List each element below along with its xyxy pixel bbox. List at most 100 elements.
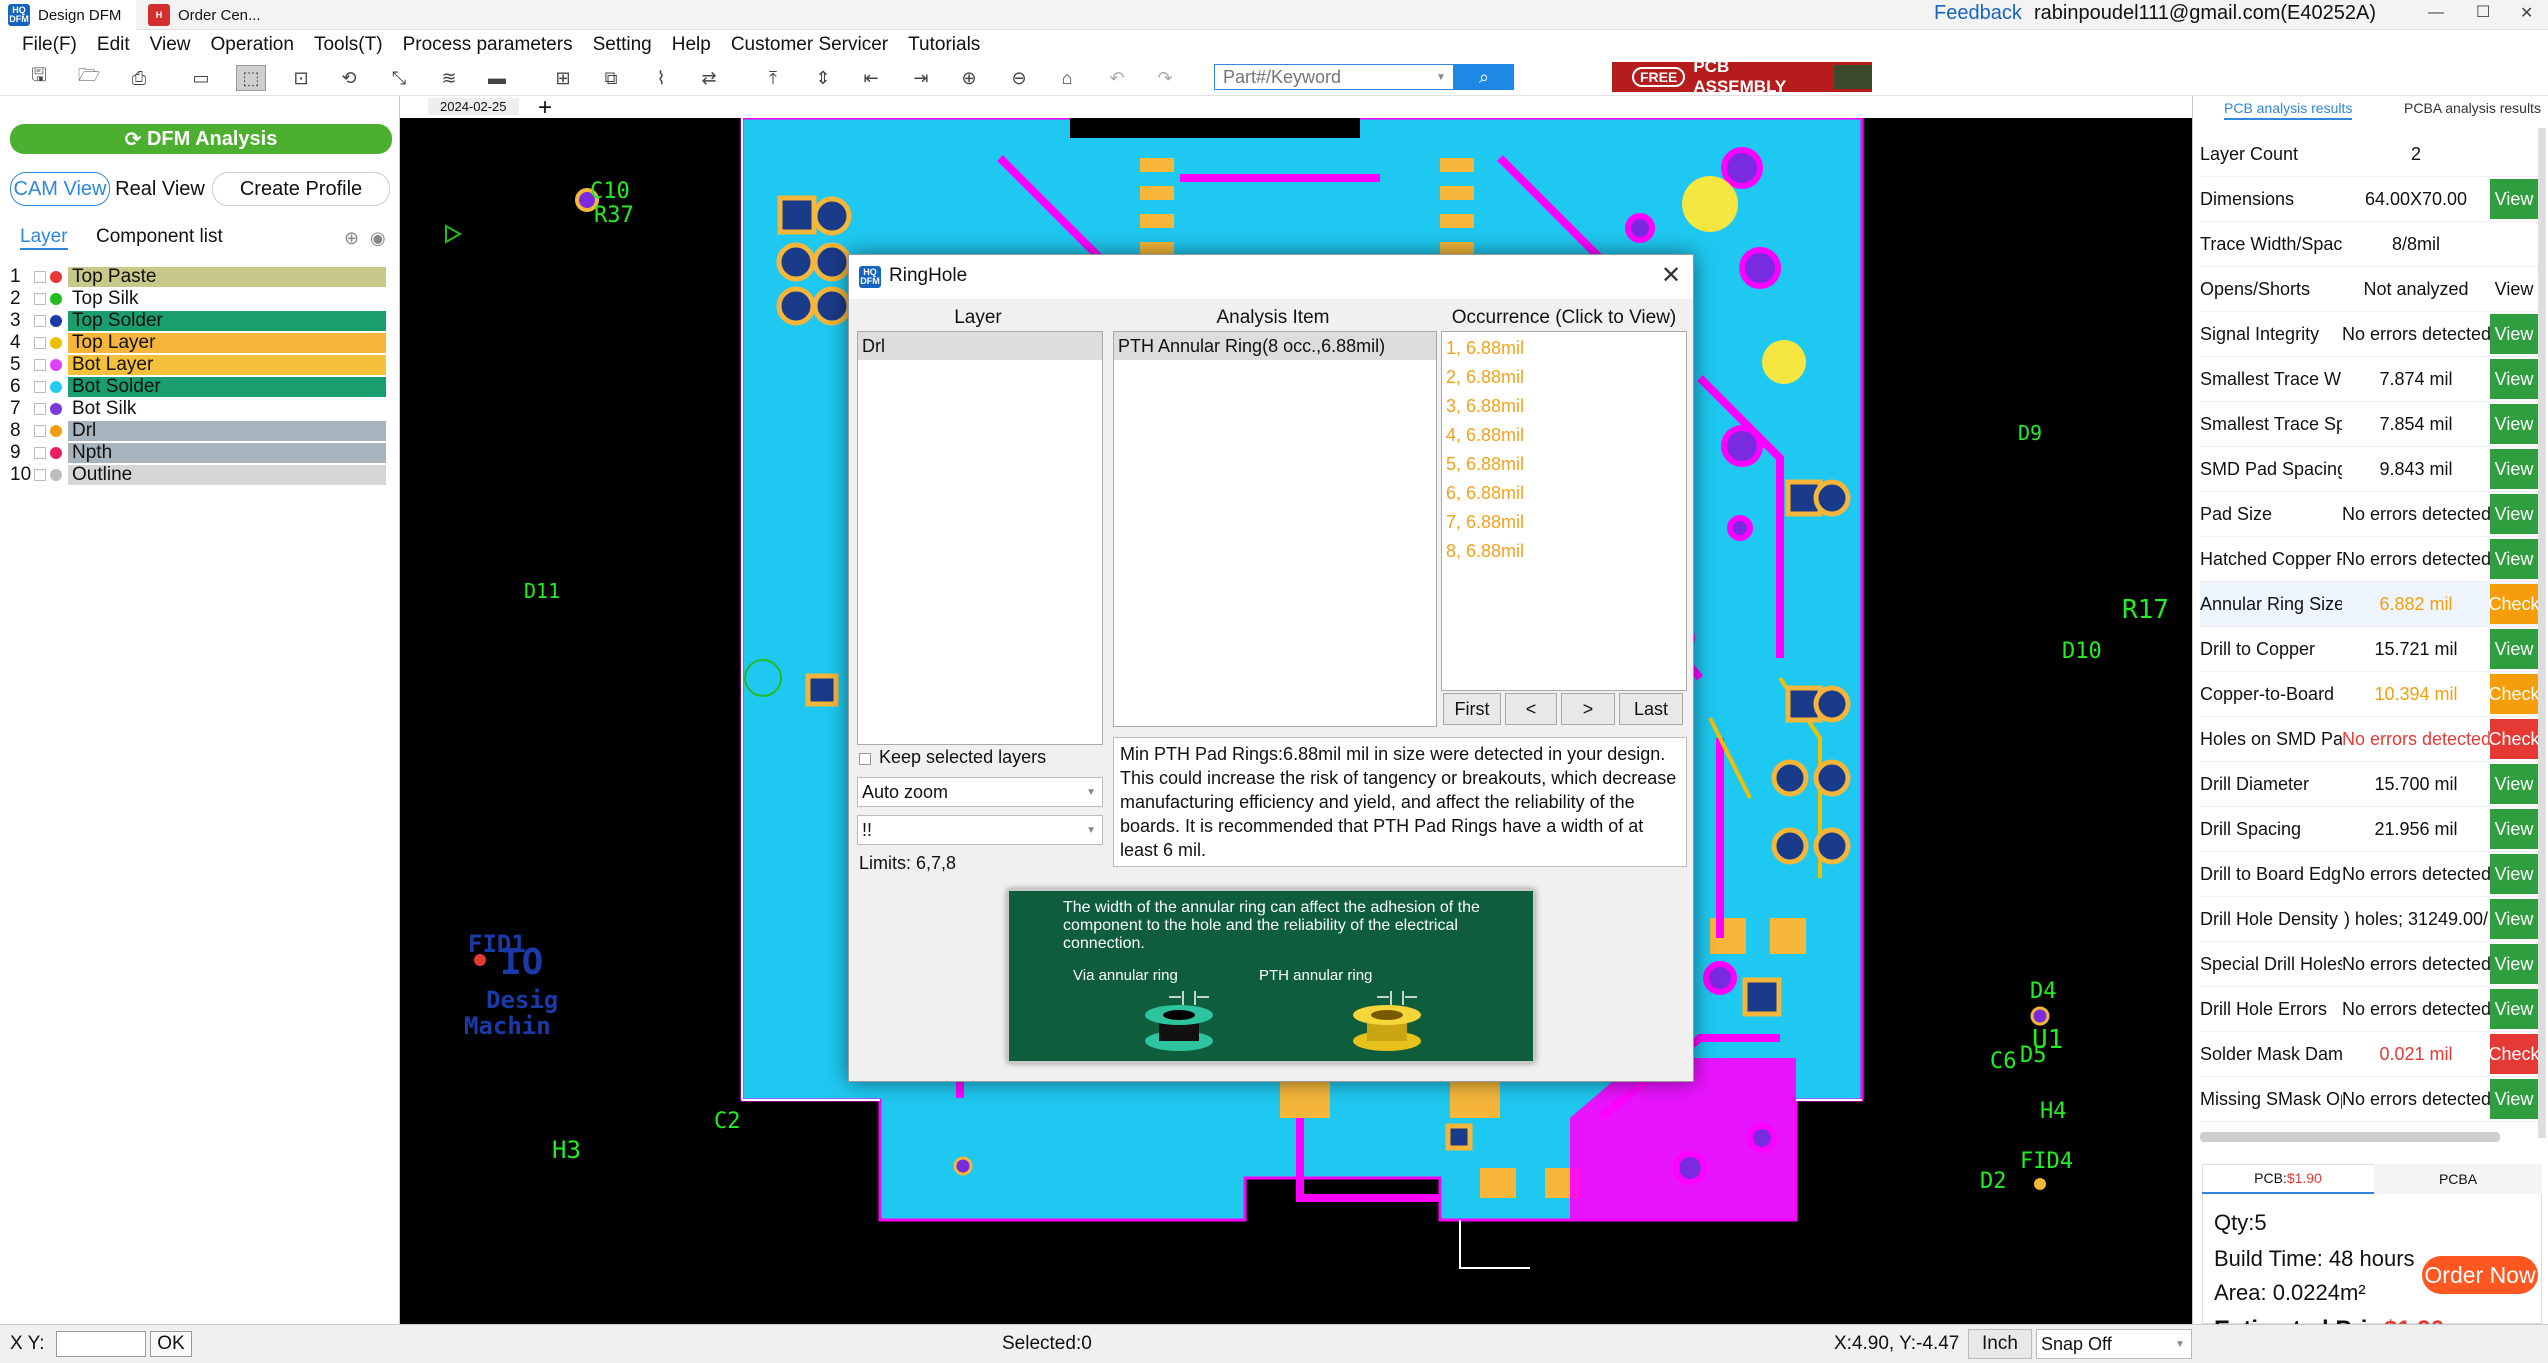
- result-row[interactable]: Missing SMask Op No errors detected View: [2200, 1077, 2540, 1122]
- result-view-button[interactable]: View: [2490, 944, 2538, 984]
- layer-checkbox[interactable]: [34, 271, 46, 283]
- ok-button[interactable]: OK: [150, 1331, 192, 1357]
- occurrence-item[interactable]: 7, 6.88mil: [1442, 508, 1686, 537]
- result-view-button[interactable]: View: [2490, 899, 2538, 939]
- result-check-button[interactable]: Check: [2488, 674, 2540, 714]
- minimize-button[interactable]: —: [2428, 4, 2444, 22]
- layer-row[interactable]: 10 Outline: [10, 464, 386, 486]
- layer-row[interactable]: 2 Top Silk: [10, 288, 386, 310]
- zoom-box-icon[interactable]: ⊡: [286, 65, 316, 91]
- layer-checkbox[interactable]: [34, 447, 46, 459]
- layer-row[interactable]: 5 Bot Layer: [10, 354, 386, 376]
- date-tab[interactable]: 2024-02-25: [428, 98, 519, 115]
- result-view-button[interactable]: View: [2490, 314, 2538, 354]
- result-checkred-button[interactable]: Check: [2488, 719, 2540, 759]
- result-row[interactable]: Holes on SMD Pa No errors detected Check: [2200, 717, 2540, 762]
- result-row[interactable]: Drill Diameter 15.700 mil View: [2200, 762, 2540, 807]
- unit-toggle-button[interactable]: Inch: [1968, 1329, 2032, 1359]
- result-row[interactable]: Hatched Copper P No errors detected View: [2200, 537, 2540, 582]
- result-row[interactable]: Drill to Board Edg No errors detected View: [2200, 852, 2540, 897]
- align-vcenter-icon[interactable]: ⇕: [808, 65, 838, 91]
- occurrence-item[interactable]: 8, 6.88mil: [1442, 537, 1686, 566]
- select-pointer-icon[interactable]: ⬚: [236, 65, 266, 91]
- layer-checkbox[interactable]: [34, 359, 46, 371]
- result-row[interactable]: Trace Width/Spaci 8/8mil: [2200, 222, 2540, 267]
- cam-view-button[interactable]: CAM View: [10, 172, 110, 206]
- menu-tools[interactable]: Tools(T): [304, 34, 393, 56]
- result-row[interactable]: Drill Spacing 21.956 mil View: [2200, 807, 2540, 852]
- result-row[interactable]: Smallest Trace Spa 7.854 mil View: [2200, 402, 2540, 447]
- result-row[interactable]: Smallest Trace Wic 7.874 mil View: [2200, 357, 2540, 402]
- keep-layers-checkbox[interactable]: [859, 753, 871, 765]
- analysis-list-item[interactable]: PTH Annular Ring(8 occ.,6.88mil): [1114, 332, 1436, 360]
- result-row[interactable]: Drill Hole Errors No errors detected View: [2200, 987, 2540, 1032]
- result-row[interactable]: Copper-to-Board 10.394 mil Check: [2200, 672, 2540, 717]
- result-checkred-button[interactable]: Check: [2488, 1034, 2540, 1074]
- menu-customer-service[interactable]: Customer Servicer: [721, 34, 898, 56]
- align-right-icon[interactable]: ⇥: [906, 65, 936, 91]
- menu-process-parameters[interactable]: Process parameters: [393, 34, 583, 56]
- zoom-out-icon[interactable]: ⊖: [1004, 65, 1034, 91]
- occurrence-item[interactable]: 6, 6.88mil: [1442, 479, 1686, 508]
- result-view-button[interactable]: View: [2490, 179, 2538, 219]
- dialog-close-icon[interactable]: ✕: [1661, 261, 1681, 290]
- dfm-analysis-button[interactable]: ⟳ DFM Analysis: [10, 124, 392, 154]
- add-layer-icon[interactable]: ⊕: [344, 228, 359, 249]
- result-view-button[interactable]: View: [2490, 629, 2538, 669]
- result-view-button[interactable]: View: [2490, 359, 2538, 399]
- layer-settings-icon[interactable]: ◉: [370, 228, 386, 249]
- result-row[interactable]: Signal Integrity No errors detected View: [2200, 312, 2540, 357]
- last-button[interactable]: Last: [1619, 693, 1683, 725]
- menu-operation[interactable]: Operation: [200, 34, 303, 56]
- layer-row[interactable]: 1 Top Paste: [10, 266, 386, 288]
- result-view-button[interactable]: View: [2490, 854, 2538, 894]
- layer-checkbox[interactable]: [34, 403, 46, 415]
- home-icon[interactable]: ⌂: [1052, 65, 1082, 91]
- save-icon[interactable]: 🖫: [24, 65, 54, 91]
- real-view-button[interactable]: Real View: [110, 172, 210, 206]
- layer-row[interactable]: 8 Drl: [10, 420, 386, 442]
- result-row[interactable]: Drill to Copper 15.721 mil View: [2200, 627, 2540, 672]
- result-view-button[interactable]: View: [2490, 449, 2538, 489]
- layer-row[interactable]: 6 Bot Solder: [10, 376, 386, 398]
- result-row[interactable]: Solder Mask Dam 0.021 mil Check: [2200, 1032, 2540, 1077]
- order-now-button[interactable]: Order Now: [2422, 1256, 2538, 1294]
- result-view-button[interactable]: View: [2490, 764, 2538, 804]
- tab-layer[interactable]: Layer: [20, 226, 68, 250]
- layers-tool-icon[interactable]: ≋: [434, 65, 464, 91]
- xy-input[interactable]: [56, 1331, 146, 1357]
- grid-icon[interactable]: ⊞: [548, 65, 578, 91]
- print-icon[interactable]: ⎙: [124, 65, 154, 91]
- layer-row[interactable]: 9 Npth: [10, 442, 386, 464]
- part-search-input[interactable]: [1214, 64, 1454, 90]
- result-row[interactable]: Dimensions 64.00X70.00 View: [2200, 177, 2540, 222]
- result-view-button[interactable]: View: [2490, 404, 2538, 444]
- window-icon[interactable]: ▭: [186, 65, 216, 91]
- result-check-button[interactable]: Check: [2488, 584, 2540, 624]
- result-view-button[interactable]: View: [2490, 1079, 2538, 1119]
- result-row[interactable]: Layer Count 2: [2200, 132, 2540, 177]
- feedback-link[interactable]: Feedback: [1934, 2, 2022, 25]
- component-icon[interactable]: ⧉: [596, 65, 626, 91]
- search-dropdown-icon[interactable]: ▼: [1436, 72, 1446, 83]
- tab-pcba-analysis[interactable]: PCBA analysis results: [2404, 100, 2541, 116]
- tab-order-center[interactable]: H Order Cen...: [140, 0, 280, 30]
- layer-checkbox[interactable]: [34, 337, 46, 349]
- search-button[interactable]: ⌕: [1454, 64, 1514, 90]
- rotate-icon[interactable]: ⟲: [334, 65, 364, 91]
- tab-component-list[interactable]: Component list: [96, 226, 223, 248]
- layer-checkbox[interactable]: [34, 469, 46, 481]
- menu-setting[interactable]: Setting: [583, 34, 662, 56]
- results-scrollbar[interactable]: [2538, 128, 2546, 1138]
- close-button[interactable]: ✕: [2520, 3, 2533, 23]
- order-tab-pcba[interactable]: PCBA: [2374, 1164, 2542, 1194]
- menu-tutorials[interactable]: Tutorials: [898, 34, 990, 56]
- next-button[interactable]: >: [1561, 693, 1615, 725]
- results-hscrollbar[interactable]: [2200, 1132, 2500, 1142]
- first-button[interactable]: First: [1443, 693, 1501, 725]
- occurrence-item[interactable]: 1, 6.88mil: [1442, 334, 1686, 363]
- menu-view[interactable]: View: [140, 34, 201, 56]
- menu-help[interactable]: Help: [662, 34, 721, 56]
- prev-button[interactable]: <: [1505, 693, 1557, 725]
- order-tab-pcb[interactable]: PCB: $1.90: [2202, 1164, 2374, 1194]
